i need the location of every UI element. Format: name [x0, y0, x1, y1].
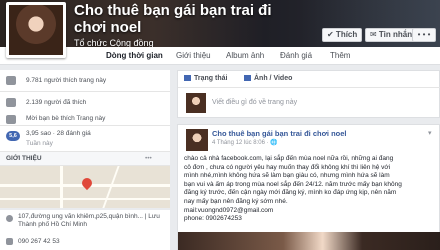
tab-reviews[interactable]: Đánh giá: [280, 51, 312, 60]
rating-stat[interactable]: 5,6 3,95 sao · 28 đánh giá Tuần này: [0, 126, 170, 152]
like-button[interactable]: ✔ Thích: [322, 28, 363, 42]
invite-friends[interactable]: Mời bạn bè thích Trang này: [0, 112, 170, 126]
address-city: Thành phố Hồ Chí Minh: [18, 221, 88, 228]
location-map[interactable]: [0, 166, 170, 208]
page-avatar[interactable]: [6, 2, 66, 58]
likes-stat[interactable]: 9.781 người thích trang này: [0, 70, 170, 92]
post-author-avatar[interactable]: [186, 129, 208, 151]
post-composer[interactable]: Trạng thái Ảnh / Video Viết điều gì đó v…: [177, 70, 440, 118]
map-road: [102, 166, 120, 208]
camera-icon: [244, 75, 251, 82]
address-info: 107,đường ung văn khiêm,p25,quận bình...…: [0, 210, 170, 250]
post-line: mình nhé,mình không hứa sẽ làm bạn giàu …: [184, 172, 390, 180]
phone-number[interactable]: 090 267 42 53: [18, 238, 60, 245]
post-line: cô đơn , chưa có người yêu hay muốn thay…: [184, 163, 391, 171]
address-line[interactable]: 107,đường ung văn khiêm,p25,quận bình...…: [18, 213, 168, 221]
tab-timeline[interactable]: Dòng thời gian: [106, 51, 163, 60]
map-road: [0, 198, 170, 200]
composer-input[interactable]: Viết điều gì đó về trang này: [212, 99, 297, 106]
pencil-icon: [184, 75, 191, 82]
page-tabs: Dòng thời gian Giới thiệu Album ảnh Đánh…: [0, 47, 440, 65]
tab-about[interactable]: Giới thiệu: [176, 51, 211, 60]
about-section-header: GIỚI THIỆU •••: [0, 152, 170, 166]
post-line: chào cả nhà facebook.com, lại sắp đến mù…: [184, 155, 394, 162]
map-road: [60, 166, 63, 208]
chevron-down-icon[interactable]: ▾: [428, 129, 432, 137]
more-options-button[interactable]: • • •: [412, 28, 436, 42]
rating-badge: 5,6: [6, 131, 20, 141]
timeline-post: Cho thuê bạn gái bạn trai đi chơi noel 4…: [177, 124, 440, 250]
page-title[interactable]: Cho thuê bạn gái bạn trai đi chơi noel: [74, 2, 304, 36]
message-button[interactable]: ✉ Tin nhắn: [365, 28, 418, 42]
post-email: mail:vuongnd0972@gmail.com: [184, 206, 274, 214]
post-photo[interactable]: [178, 232, 440, 250]
checkins-stat[interactable]: 2.139 người đã thích: [0, 92, 170, 114]
divider: [178, 87, 440, 88]
about-more-icon[interactable]: •••: [145, 155, 152, 162]
cover-shade: [300, 0, 440, 50]
post-body: chào cả nhà facebook.com, lại sắp đến mù…: [184, 155, 436, 224]
phone-icon: [6, 238, 13, 245]
tab-more[interactable]: Thêm: [330, 51, 350, 60]
location-icon: [6, 215, 13, 222]
people-icon: [6, 98, 16, 107]
like-icon: [6, 76, 16, 85]
post-author[interactable]: Cho thuê bạn gái bạn trai đi chơi noel: [212, 129, 347, 138]
invite-icon: [6, 115, 16, 124]
composer-avatar: [186, 93, 206, 113]
photo-video-option[interactable]: Ảnh / Video: [244, 75, 292, 82]
status-option[interactable]: Trạng thái: [184, 75, 227, 82]
post-phone: phone: 0902674253: [184, 215, 242, 223]
post-line: đăng ký trước, đến cận ngày mới đăng ký,…: [184, 189, 397, 197]
post-line: nay mấy bạn nên đăng ký sớm nhé.: [184, 197, 288, 205]
map-pin-icon: [79, 175, 95, 191]
post-timestamp[interactable]: 4 Tháng 12 lúc 8:06 · 🌐: [212, 139, 278, 146]
tab-photos[interactable]: Album ảnh: [226, 51, 264, 60]
